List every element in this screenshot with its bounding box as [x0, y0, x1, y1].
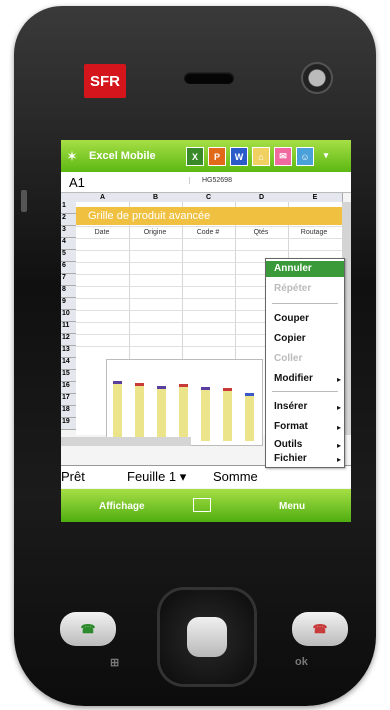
chart-bar: [135, 383, 144, 441]
menu-item-copy[interactable]: Copier: [274, 333, 306, 344]
row-header[interactable]: 1: [61, 202, 76, 214]
status-ready: Prêt: [61, 469, 85, 484]
row-header[interactable]: 17: [61, 394, 76, 406]
row-header[interactable]: 4: [61, 238, 76, 250]
header-cell-qtes[interactable]: Qtés: [239, 229, 283, 236]
chart-bar: [245, 393, 254, 441]
camera-lens: [301, 62, 333, 94]
softkey-bar: Affichage Menu: [61, 489, 351, 522]
submenu-arrow-icon: ▸: [336, 441, 341, 450]
row-header[interactable]: 9: [61, 298, 76, 310]
windows-start-icon[interactable]: ✶: [61, 148, 83, 165]
row-header[interactable]: 7: [61, 274, 76, 286]
row-header[interactable]: 15: [61, 370, 76, 382]
brand-logo: SFR: [84, 64, 126, 98]
formula-bar: A1 HG52698: [61, 172, 351, 193]
cell-reference[interactable]: A1: [69, 175, 85, 190]
sheet-selector-label: Feuille 1: [127, 469, 177, 484]
row-header[interactable]: 10: [61, 310, 76, 322]
chevron-down-icon: ▾: [179, 469, 187, 484]
row-header[interactable]: 11: [61, 322, 76, 334]
corner-cell[interactable]: [61, 193, 77, 202]
chart-bar: [223, 388, 232, 441]
menu-item-paste[interactable]: Coller: [274, 353, 302, 364]
row-header[interactable]: 13: [61, 346, 76, 358]
ok-key-label[interactable]: ok: [295, 656, 308, 668]
column-header-a[interactable]: A: [76, 193, 130, 202]
powerpoint-icon[interactable]: P: [208, 147, 226, 166]
row-header[interactable]: 6: [61, 262, 76, 274]
dpad-center-button[interactable]: [187, 617, 227, 657]
formula-value[interactable]: HG52698: [189, 177, 232, 184]
taskbar-icons: X P W ⌂ ✉ ☺ ▾: [186, 147, 334, 166]
windows-key-icon[interactable]: ⊞: [110, 656, 119, 669]
end-call-button[interactable]: ☎: [292, 612, 348, 646]
row-header[interactable]: 2: [61, 214, 76, 226]
header-cell-code[interactable]: Code #: [186, 229, 230, 236]
call-button[interactable]: ☎: [60, 612, 116, 646]
softkey-left[interactable]: Affichage: [99, 501, 145, 512]
phone-screen: ✶ Excel Mobile X P W ⌂ ✉ ☺ ▾ A1 HG52698 …: [61, 140, 351, 522]
row-header[interactable]: 3: [61, 226, 76, 238]
header-cell-routage[interactable]: Routage: [292, 229, 336, 236]
row-header[interactable]: 19: [61, 418, 76, 430]
menu-item-cut[interactable]: Couper: [274, 313, 309, 324]
menu-item-format[interactable]: Format: [274, 421, 308, 432]
chart-bar: [201, 387, 210, 441]
sheet-selector[interactable]: Feuille 1 ▾: [127, 469, 186, 485]
chart-bar: [157, 386, 166, 441]
menu-separator: [272, 391, 338, 392]
signal-icon: ▾: [323, 150, 329, 160]
sheet-banner[interactable]: Grille de produit avancée: [76, 207, 342, 225]
row-header[interactable]: 14: [61, 358, 76, 370]
excel-icon[interactable]: X: [186, 147, 204, 166]
menu-item-undo[interactable]: Annuler: [266, 261, 344, 277]
app-title: Excel Mobile: [89, 150, 156, 162]
menu-item-edit-label: Modifier: [274, 373, 313, 384]
chart-bar: [113, 381, 122, 441]
row-header[interactable]: 5: [61, 250, 76, 262]
column-header-d[interactable]: D: [235, 193, 289, 202]
home-icon[interactable]: ⌂: [252, 147, 270, 166]
menu-item-tools[interactable]: Outils: [274, 439, 302, 450]
contacts-icon[interactable]: ☺: [296, 147, 314, 166]
row-header[interactable]: 12: [61, 334, 76, 346]
context-menu: Annuler Répéter Couper Copier Coller Mod…: [265, 258, 345, 468]
menu-separator: [272, 303, 338, 304]
word-icon[interactable]: W: [230, 147, 248, 166]
header-cell-date[interactable]: Date: [80, 229, 124, 236]
column-header-c[interactable]: C: [182, 193, 236, 202]
side-button[interactable]: [21, 190, 27, 212]
menu-item-redo[interactable]: Répéter: [274, 283, 311, 294]
submenu-arrow-icon: ▸: [336, 403, 341, 412]
row-header[interactable]: 18: [61, 406, 76, 418]
submenu-arrow-icon: ▸: [336, 375, 341, 384]
horizontal-scrollbar[interactable]: [61, 437, 191, 446]
submenu-arrow-icon: ▸: [336, 455, 341, 464]
menu-item-file[interactable]: Fichier: [274, 453, 307, 464]
submenu-arrow-icon: ▸: [336, 423, 341, 432]
keyboard-icon[interactable]: [193, 498, 211, 512]
row-header[interactable]: 16: [61, 382, 76, 394]
sum-selector[interactable]: Somme: [213, 469, 258, 484]
speaker-grille: [184, 72, 234, 84]
menu-item-insert[interactable]: Insérer: [274, 401, 307, 412]
column-header-e[interactable]: E: [288, 193, 343, 202]
messaging-icon[interactable]: ✉: [274, 147, 292, 166]
hardware-keypad: ☎ ☎ ⊞ ok: [40, 560, 352, 684]
row-header[interactable]: 8: [61, 286, 76, 298]
column-header-b[interactable]: B: [129, 193, 183, 202]
status-bar: Prêt Feuille 1 ▾ Somme: [61, 465, 351, 488]
embedded-bar-chart[interactable]: [106, 359, 263, 446]
title-bar: ✶ Excel Mobile X P W ⌂ ✉ ☺ ▾: [61, 140, 351, 172]
menu-item-edit[interactable]: Modifier: [274, 373, 313, 384]
softkey-right[interactable]: Menu: [279, 501, 305, 512]
dpad[interactable]: [160, 590, 254, 684]
chart-bar: [179, 384, 188, 441]
header-cell-origine[interactable]: Origine: [133, 229, 177, 236]
